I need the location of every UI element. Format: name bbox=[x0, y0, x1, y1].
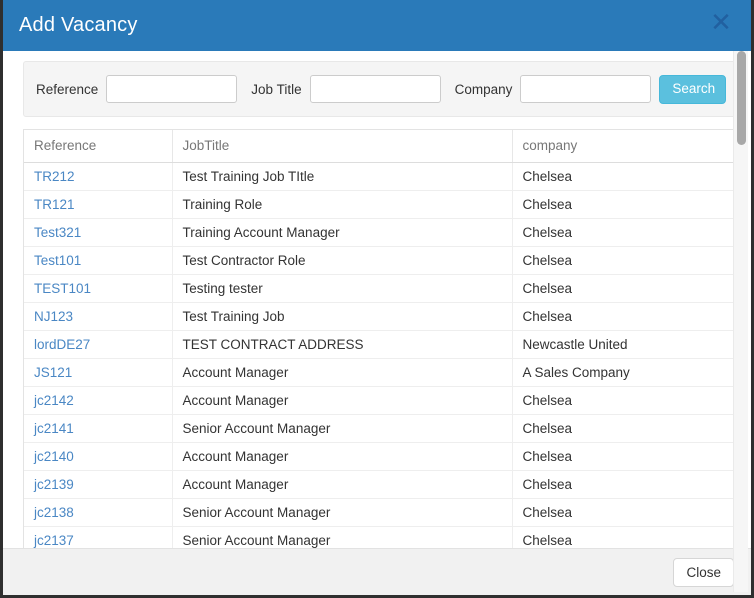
table-row: lordDE27 TEST CONTRACT ADDRESS Newcastle U… bbox=[24, 330, 736, 359]
cell-company: Chelsea bbox=[512, 526, 736, 548]
cell-job-title: Account Manager bbox=[172, 386, 513, 415]
close-x-icon[interactable]: ✕ bbox=[707, 9, 735, 37]
cell-job-title: Senior Account Manager bbox=[172, 414, 513, 443]
table-row: NJ123 Test Training Job Chelsea bbox=[24, 302, 736, 331]
cell-reference: jc2138 bbox=[24, 498, 173, 527]
cell-company: Chelsea bbox=[512, 190, 736, 219]
modal-footer: Close bbox=[3, 548, 751, 595]
vacancy-reference-link[interactable]: JS121 bbox=[34, 365, 72, 380]
table-row: jc2140 Account Manager Chelsea bbox=[24, 442, 736, 471]
vacancy-reference-link[interactable]: jc2140 bbox=[34, 449, 74, 464]
cell-reference: jc2139 bbox=[24, 470, 173, 499]
add-vacancy-modal: Add Vacancy ✕ Reference Job Title Compan… bbox=[0, 0, 754, 598]
cell-company: Newcastle United bbox=[512, 330, 736, 359]
reference-input[interactable] bbox=[106, 75, 238, 103]
cell-reference: NJ123 bbox=[24, 302, 173, 331]
cell-company: Chelsea bbox=[512, 470, 736, 499]
cell-job-title: Training Role bbox=[172, 190, 513, 219]
cell-job-title: Account Manager bbox=[172, 358, 513, 387]
cell-reference: jc2141 bbox=[24, 414, 173, 443]
cell-job-title: TEST CONTRACT ADDRESS bbox=[172, 330, 513, 359]
cell-company: Chelsea bbox=[512, 442, 736, 471]
vacancy-reference-link[interactable]: jc2141 bbox=[34, 421, 74, 436]
table-row: jc2141 Senior Account Manager Chelsea bbox=[24, 414, 736, 443]
table-row: JS121 Account Manager A Sales Company bbox=[24, 358, 736, 387]
cell-job-title: Senior Account Manager bbox=[172, 498, 513, 527]
table-row: TEST101 Testing tester Chelsea bbox=[24, 274, 736, 303]
reference-label: Reference bbox=[36, 81, 99, 97]
vacancy-results-table: Reference JobTitle company TR212 Test Tra… bbox=[23, 129, 737, 548]
vacancy-reference-link[interactable]: jc2138 bbox=[34, 505, 74, 520]
cell-company: Chelsea bbox=[512, 218, 736, 247]
cell-job-title: Test Training Job TItle bbox=[172, 162, 513, 191]
vacancy-reference-link[interactable]: Test101 bbox=[34, 253, 81, 268]
cell-job-title: Testing tester bbox=[172, 274, 513, 303]
vacancy-reference-link[interactable]: Test321 bbox=[34, 225, 81, 240]
search-filter-panel: Reference Job Title Company Search bbox=[23, 61, 737, 117]
cell-job-title: Training Account Manager bbox=[172, 218, 513, 247]
cell-company: A Sales Company bbox=[512, 358, 736, 387]
close-button[interactable]: Close bbox=[673, 558, 734, 587]
vacancy-reference-link[interactable]: TR121 bbox=[34, 197, 75, 212]
table-body: TR212 Test Training Job TItle Chelsea TR121… bbox=[24, 162, 736, 548]
cell-company: Chelsea bbox=[512, 414, 736, 443]
table-row: jc2137 Senior Account Manager Chelsea bbox=[24, 526, 736, 548]
vacancy-reference-link[interactable]: TEST101 bbox=[34, 281, 91, 296]
page-scrollbar-thumb[interactable] bbox=[737, 51, 746, 145]
cell-company: Chelsea bbox=[512, 498, 736, 527]
search-button[interactable]: Search bbox=[659, 74, 726, 104]
vacancy-reference-link[interactable]: jc2142 bbox=[34, 393, 74, 408]
cell-reference: jc2137 bbox=[24, 526, 173, 548]
vacancy-reference-link[interactable]: TR212 bbox=[34, 169, 75, 184]
modal-body: Reference Job Title Company Search Refer… bbox=[3, 51, 751, 548]
company-label: Company bbox=[454, 81, 513, 97]
table-row: TR212 Test Training Job TItle Chelsea bbox=[24, 162, 736, 191]
vacancy-reference-link[interactable]: jc2139 bbox=[34, 477, 74, 492]
table-row: jc2142 Account Manager Chelsea bbox=[24, 386, 736, 415]
cell-reference: lordDE27 bbox=[24, 330, 173, 359]
column-header-company[interactable]: company bbox=[512, 130, 736, 163]
table-row: Test101 Test Contractor Role Chelsea bbox=[24, 246, 736, 275]
cell-company: Chelsea bbox=[512, 162, 736, 191]
company-input[interactable] bbox=[520, 75, 652, 103]
table-row: jc2138 Senior Account Manager Chelsea bbox=[24, 498, 736, 527]
cell-job-title: Senior Account Manager bbox=[172, 526, 513, 548]
column-header-jobtitle[interactable]: JobTitle bbox=[172, 130, 513, 163]
cell-reference: jc2140 bbox=[24, 442, 173, 471]
cell-reference: Test321 bbox=[24, 218, 173, 247]
page-scrollbar[interactable] bbox=[733, 51, 748, 592]
cell-reference: Test101 bbox=[24, 246, 173, 275]
job-title-label: Job Title bbox=[251, 81, 302, 97]
cell-company: Chelsea bbox=[512, 246, 736, 275]
cell-company: Chelsea bbox=[512, 274, 736, 303]
cell-job-title: Test Contractor Role bbox=[172, 246, 513, 275]
page-title: Add Vacancy bbox=[19, 14, 138, 36]
cell-company: Chelsea bbox=[512, 386, 736, 415]
cell-reference: TEST101 bbox=[24, 274, 173, 303]
modal-header: Add Vacancy ✕ bbox=[3, 0, 751, 51]
cell-job-title: Account Manager bbox=[172, 442, 513, 471]
cell-company: Chelsea bbox=[512, 302, 736, 331]
vacancy-reference-link[interactable]: NJ123 bbox=[34, 309, 73, 324]
job-title-input[interactable] bbox=[309, 75, 441, 103]
table-row: TR121 Training Role Chelsea bbox=[24, 190, 736, 219]
cell-reference: jc2142 bbox=[24, 386, 173, 415]
table-row: jc2139 Account Manager Chelsea bbox=[24, 470, 736, 499]
table-header-row: Reference JobTitle company bbox=[24, 130, 736, 163]
vacancy-reference-link[interactable]: jc2137 bbox=[34, 533, 74, 548]
cell-job-title: Account Manager bbox=[172, 470, 513, 499]
vacancy-reference-link[interactable]: lordDE27 bbox=[34, 337, 90, 352]
cell-reference: JS121 bbox=[24, 358, 173, 387]
cell-job-title: Test Training Job bbox=[172, 302, 513, 331]
table-row: Test321 Training Account Manager Chelsea bbox=[24, 218, 736, 247]
cell-reference: TR212 bbox=[24, 162, 173, 191]
search-filter-row: Reference Job Title Company Search bbox=[24, 62, 736, 116]
column-header-reference[interactable]: Reference bbox=[24, 130, 173, 163]
cell-reference: TR121 bbox=[24, 190, 173, 219]
